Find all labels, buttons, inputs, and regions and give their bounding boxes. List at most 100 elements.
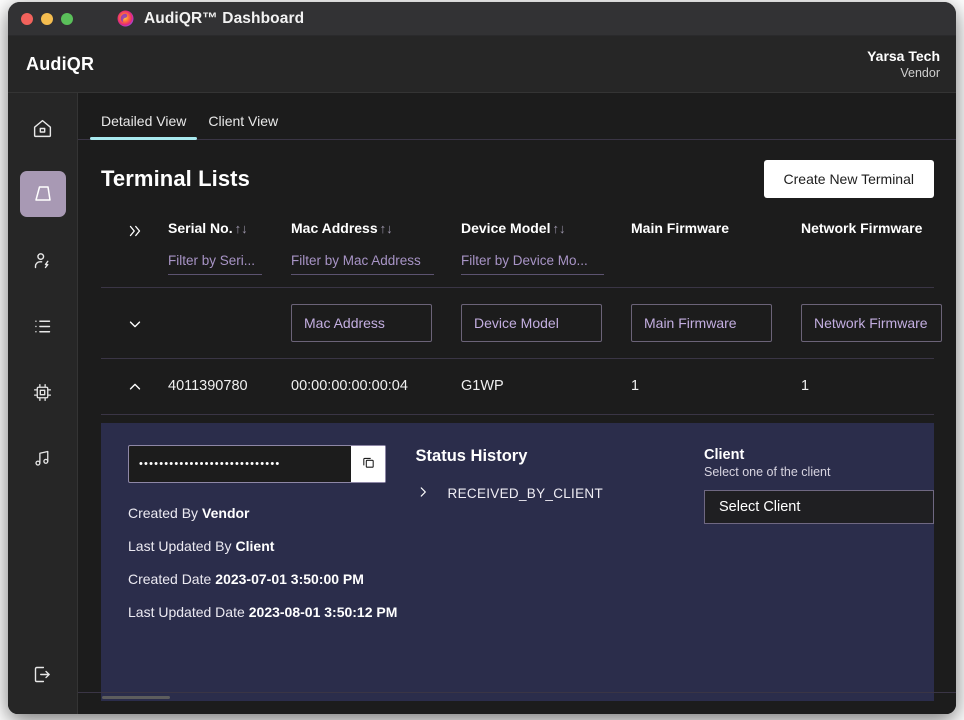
column-header-network-firmware: Network Firmware — [801, 220, 956, 236]
cell-model: G1WP — [461, 378, 631, 394]
new-row-toggle-cell — [101, 313, 168, 333]
account-name: Yarsa Tech — [867, 47, 940, 65]
meta-last-updated-date: Last Updated Date2023-08-01 3:50:12 PM — [128, 604, 416, 620]
new-mac-input[interactable] — [291, 304, 432, 342]
meta-label-created-by: Created By — [128, 505, 198, 521]
sidebar-item-list[interactable] — [20, 303, 66, 349]
client-label: Client — [704, 447, 934, 463]
new-main-firmware-input[interactable] — [631, 304, 772, 342]
create-new-terminal-button[interactable]: Create New Terminal — [764, 160, 934, 198]
app-root: AudiQR Yarsa Tech Vendor — [8, 36, 956, 714]
chip-icon — [32, 382, 53, 403]
detail-left-column: •••••••••••••••••••••••••••• — [101, 445, 416, 701]
sidebar-item-logout[interactable] — [20, 651, 66, 697]
content-bottom-divider — [78, 692, 956, 693]
list-icon — [32, 316, 53, 337]
filter-serial-input[interactable] — [168, 249, 262, 275]
sort-icon-serial[interactable]: ↑↓ — [235, 221, 248, 236]
new-network-firmware-input[interactable] — [801, 304, 942, 342]
meta-label-created-date: Created Date — [128, 571, 211, 587]
client-section: Client Select one of the client Select C… — [704, 445, 934, 701]
minimize-window-button[interactable] — [41, 13, 53, 25]
column-header-model[interactable]: Device Model↑↓ — [461, 220, 631, 236]
filter-mac-input[interactable] — [291, 249, 434, 275]
chevron-down-icon[interactable] — [126, 315, 144, 333]
select-client-dropdown[interactable]: Select Client — [704, 490, 934, 524]
filter-model-input[interactable] — [461, 249, 604, 275]
column-label-model: Device Model — [461, 220, 550, 236]
terminal-shape-icon — [31, 182, 55, 206]
horizontal-scrollbar[interactable] — [102, 696, 170, 699]
new-row-model-cell — [461, 304, 631, 342]
browser-window: AudiQR™ Dashboard AudiQR Yarsa Tech Vend… — [8, 2, 956, 714]
detail-meta-list: Created ByVendor Last Updated ByClient C… — [128, 505, 416, 620]
status-history-title: Status History — [416, 447, 704, 466]
secret-key-field[interactable]: •••••••••••••••••••••••••••• — [128, 445, 386, 483]
chevron-up-icon[interactable] — [126, 378, 144, 396]
new-row-netfw-cell — [801, 304, 956, 342]
tab-client-view[interactable]: Client View — [197, 113, 289, 139]
panel-header: Terminal Lists Create New Terminal — [78, 140, 956, 212]
sidebar-item-devices[interactable] — [20, 369, 66, 415]
column-serial: Serial No.↑↓ — [168, 220, 291, 275]
sort-icon-mac[interactable]: ↑↓ — [380, 221, 393, 236]
screen: AudiQR™ Dashboard AudiQR Yarsa Tech Vend… — [0, 0, 964, 720]
status-history-item[interactable]: RECEIVED_BY_CLIENT — [416, 485, 704, 502]
sidebar-item-add-user[interactable] — [20, 237, 66, 283]
terminals-table: Serial No.↑↓ Mac Address↑↓ — [101, 212, 934, 415]
window-title: AudiQR™ Dashboard — [144, 10, 304, 28]
column-mac: Mac Address↑↓ — [291, 220, 461, 275]
sidebar-item-home[interactable] — [20, 105, 66, 151]
new-row-mac-cell — [291, 304, 461, 342]
user-add-icon — [32, 250, 53, 271]
close-window-button[interactable] — [21, 13, 33, 25]
sidebar — [8, 93, 78, 714]
traffic-lights — [21, 13, 73, 25]
secret-key-value: •••••••••••••••••••••••••••• — [129, 446, 351, 482]
tab-detailed-view[interactable]: Detailed View — [90, 113, 197, 139]
column-model: Device Model↑↓ — [461, 220, 631, 275]
copy-icon — [361, 455, 376, 473]
column-network-firmware: Network Firmware — [801, 220, 956, 236]
sidebar-item-terminals[interactable] — [20, 171, 66, 217]
row-detail-panel: •••••••••••••••••••••••••••• — [101, 423, 934, 701]
music-icon — [32, 448, 53, 469]
column-label-serial: Serial No. — [168, 220, 233, 236]
table-new-row — [101, 288, 934, 359]
new-model-input[interactable] — [461, 304, 602, 342]
column-header-main-firmware: Main Firmware — [631, 220, 801, 236]
meta-label-last-updated-date: Last Updated Date — [128, 604, 245, 620]
view-tabs: Detailed View Client View — [78, 93, 956, 140]
copy-secret-button[interactable] — [351, 446, 385, 482]
row-toggle-cell — [101, 376, 168, 396]
new-row-mainfw-cell — [631, 304, 801, 342]
table-header-row: Serial No.↑↓ Mac Address↑↓ — [101, 212, 934, 288]
meta-label-last-updated-by: Last Updated By — [128, 538, 232, 554]
status-history-label: RECEIVED_BY_CLIENT — [448, 486, 603, 501]
sidebar-item-audio[interactable] — [20, 435, 66, 481]
window-title-group: AudiQR™ Dashboard — [117, 10, 304, 28]
expand-all-cell — [101, 220, 168, 245]
client-hint: Select one of the client — [704, 465, 934, 479]
column-label-mac: Mac Address — [291, 220, 378, 236]
column-header-serial[interactable]: Serial No.↑↓ — [168, 220, 291, 236]
column-main-firmware: Main Firmware — [631, 220, 801, 236]
maximize-window-button[interactable] — [61, 13, 73, 25]
account-info[interactable]: Yarsa Tech Vendor — [867, 47, 940, 81]
firefox-icon — [117, 10, 134, 27]
column-header-mac[interactable]: Mac Address↑↓ — [291, 220, 461, 236]
meta-value-created-date: 2023-07-01 3:50:00 PM — [215, 571, 364, 587]
table-row[interactable]: 4011390780 00:00:00:00:00:04 G1WP 1 1 — [101, 359, 934, 415]
meta-value-created-by: Vendor — [202, 505, 249, 521]
app-topbar: AudiQR Yarsa Tech Vendor — [8, 36, 956, 93]
cell-mac: 00:00:00:00:00:04 — [291, 378, 461, 394]
status-history-section: Status History RECEIVED_BY_CLIENT — [416, 445, 704, 701]
double-chevron-right-icon[interactable] — [126, 222, 144, 245]
meta-created-by: Created ByVendor — [128, 505, 416, 521]
cell-serial: 4011390780 — [168, 378, 291, 394]
chevron-right-icon[interactable] — [416, 485, 430, 502]
sort-icon-model[interactable]: ↑↓ — [552, 221, 565, 236]
meta-value-last-updated-date: 2023-08-01 3:50:12 PM — [249, 604, 398, 620]
meta-created-date: Created Date2023-07-01 3:50:00 PM — [128, 571, 416, 587]
home-icon — [32, 118, 53, 139]
